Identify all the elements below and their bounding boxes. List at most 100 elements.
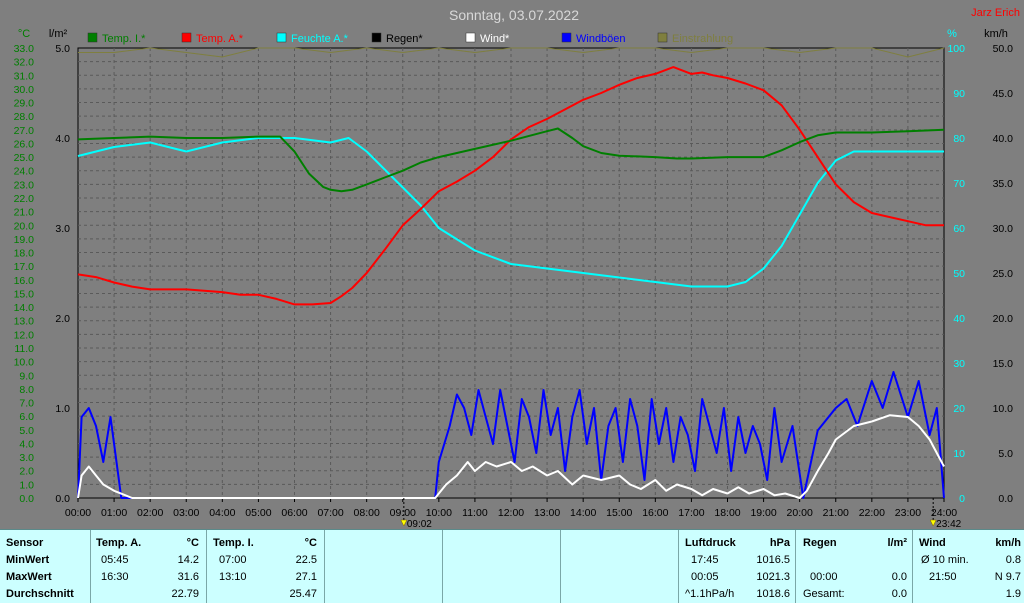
rain-unit: l/m²: [887, 537, 907, 549]
wind-header: Wind: [919, 537, 946, 549]
humidity-tick-label: 80: [953, 133, 965, 145]
rain-max-value: 0.0: [891, 571, 907, 583]
temp-tick-label: 10.0: [14, 357, 35, 369]
legend-label: Windböen: [576, 33, 626, 45]
temp-tick-label: 2.0: [19, 466, 34, 478]
legend-label: Temp. A.*: [196, 33, 244, 45]
x-tick-label: 06:00: [281, 507, 307, 519]
wind-tick-label: 50.0: [993, 43, 1014, 55]
x-tick-label: 11:00: [462, 507, 488, 519]
legend-swatch: [657, 32, 668, 43]
legend-swatch: [276, 32, 287, 43]
legend-label: Einstrahlung: [672, 33, 733, 45]
pressure-min-time: 17:45: [691, 554, 719, 566]
temp-tick-label: 28.0: [14, 111, 35, 123]
rain-tick-label: 0.0: [55, 493, 70, 505]
weather-chart: Sonntag, 03.07.2022 Jarz Erich °C l/m² %…: [0, 0, 1024, 530]
x-tick-label: 08:00: [354, 507, 380, 519]
temp-i-min-time: 07:00: [219, 554, 247, 566]
temp-i-min-value: 22.5: [295, 554, 317, 566]
wind-max-value: N 9.7: [994, 571, 1021, 583]
sensor-header: Sensor: [6, 537, 44, 549]
stats-empty-column-3: [560, 530, 679, 603]
temp-tick-label: 14.0: [14, 302, 35, 314]
x-tick-label: 18:00: [714, 507, 740, 519]
temp-tick-label: 8.0: [19, 384, 34, 396]
temp-tick-label: 12.0: [14, 329, 35, 341]
pressure-trend: ^1.1hPa/h: [685, 588, 735, 600]
wind-unit: km/h: [995, 537, 1021, 549]
rain-tick-label: 4.0: [55, 133, 70, 145]
wind-avg10-value: 0.8: [1005, 554, 1021, 566]
temp-tick-label: 15.0: [14, 288, 35, 300]
stats-temp-a-column: Temp. A. °C 05:45 14.2 16:30 31.6 22.79: [90, 530, 207, 603]
temp-tick-label: 17.0: [14, 261, 35, 273]
rain-total-value: 0.0: [891, 588, 907, 600]
humidity-tick-label: 90: [953, 88, 965, 100]
x-tick-label: 09:00: [390, 507, 416, 519]
temp-tick-label: 23.0: [14, 179, 35, 191]
temp-i-max-time: 13:10: [219, 571, 247, 583]
wind-tick-label: 15.0: [993, 358, 1014, 370]
wind-tick-label: 40.0: [993, 133, 1014, 145]
temp-a-min-value: 14.2: [177, 554, 199, 566]
temp-tick-label: 25.0: [14, 152, 35, 164]
legend-label: Regen*: [386, 33, 423, 45]
legend-swatch: [561, 32, 572, 43]
pressure-max-value: 1021.3: [756, 571, 790, 583]
x-tick-label: 03:00: [173, 507, 199, 519]
stats-wind-column: Wind km/h Ø 10 min. 0.8 21:50 N 9.7 1.9: [912, 530, 1024, 603]
wind-tick-label: 10.0: [993, 403, 1014, 415]
wind-avg-value: 1.9: [1005, 588, 1021, 600]
rain-header: Regen: [803, 537, 837, 549]
wind-tick-label: 20.0: [993, 313, 1014, 325]
rain-total-label: Gesamt:: [803, 588, 845, 600]
humidity-tick-label: 40: [953, 313, 965, 325]
temp-tick-label: 6.0: [19, 411, 34, 423]
stats-sensor-column: Sensor MinWert MaxWert Durchschnitt: [0, 530, 90, 603]
temp-tick-label: 3.0: [19, 452, 34, 464]
legend-label: Wind*: [480, 33, 510, 45]
wind-tick-label: 30.0: [993, 223, 1014, 235]
temp-a-max-time: 16:30: [101, 571, 129, 583]
humidity-axis-unit: %: [947, 28, 957, 40]
x-tick-label: 23:00: [895, 507, 921, 519]
stats-pressure-column: Luftdruck hPa 17:45 1016.5 00:05 1021.3 …: [678, 530, 796, 603]
avg-label: Durchschnitt: [6, 588, 74, 600]
temp-tick-label: 18.0: [14, 248, 35, 260]
humidity-tick-label: 100: [947, 43, 965, 55]
temp-tick-label: 1.0: [19, 479, 34, 491]
wind-max-time: 21:50: [929, 571, 957, 583]
pressure-max-time: 00:05: [691, 571, 719, 583]
x-tick-label: 16:00: [642, 507, 668, 519]
max-label: MaxWert: [6, 571, 52, 583]
x-tick-label: 05:00: [245, 507, 271, 519]
x-tick-label: 04:00: [209, 507, 235, 519]
x-tick-label: 10:00: [426, 507, 452, 519]
stats-panel: Sensor MinWert MaxWert Durchschnitt Temp…: [0, 529, 1024, 603]
rain-axis-unit: l/m²: [49, 28, 68, 40]
x-tick-label: 12:00: [498, 507, 524, 519]
humidity-tick-label: 60: [953, 223, 965, 235]
humidity-tick-label: 30: [953, 358, 965, 370]
wind-avg10-label: Ø 10 min.: [921, 554, 969, 566]
humidity-tick-label: 50: [953, 268, 965, 280]
temp-axis-unit: °C: [18, 28, 30, 40]
temp-tick-label: 32.0: [14, 57, 35, 69]
temp-tick-label: 19.0: [14, 234, 35, 246]
wind-tick-label: 45.0: [993, 88, 1014, 100]
temp-tick-label: 31.0: [14, 70, 35, 82]
temp-i-avg-value: 25.47: [289, 588, 317, 600]
temp-tick-label: 26.0: [14, 138, 35, 150]
pressure-unit: hPa: [769, 537, 790, 549]
legend-swatch: [371, 32, 382, 43]
humidity-tick-label: 0: [959, 493, 965, 505]
x-tick-label: 01:00: [101, 507, 127, 519]
legend-label: Temp. I.*: [102, 33, 146, 45]
legend-swatch: [181, 32, 192, 43]
x-tick-label: 13:00: [534, 507, 560, 519]
pressure-header: Luftdruck: [685, 537, 736, 549]
x-tick-label: 17:00: [678, 507, 704, 519]
x-tick-label: 19:00: [750, 507, 776, 519]
x-tick-label: 24:00: [931, 507, 957, 519]
